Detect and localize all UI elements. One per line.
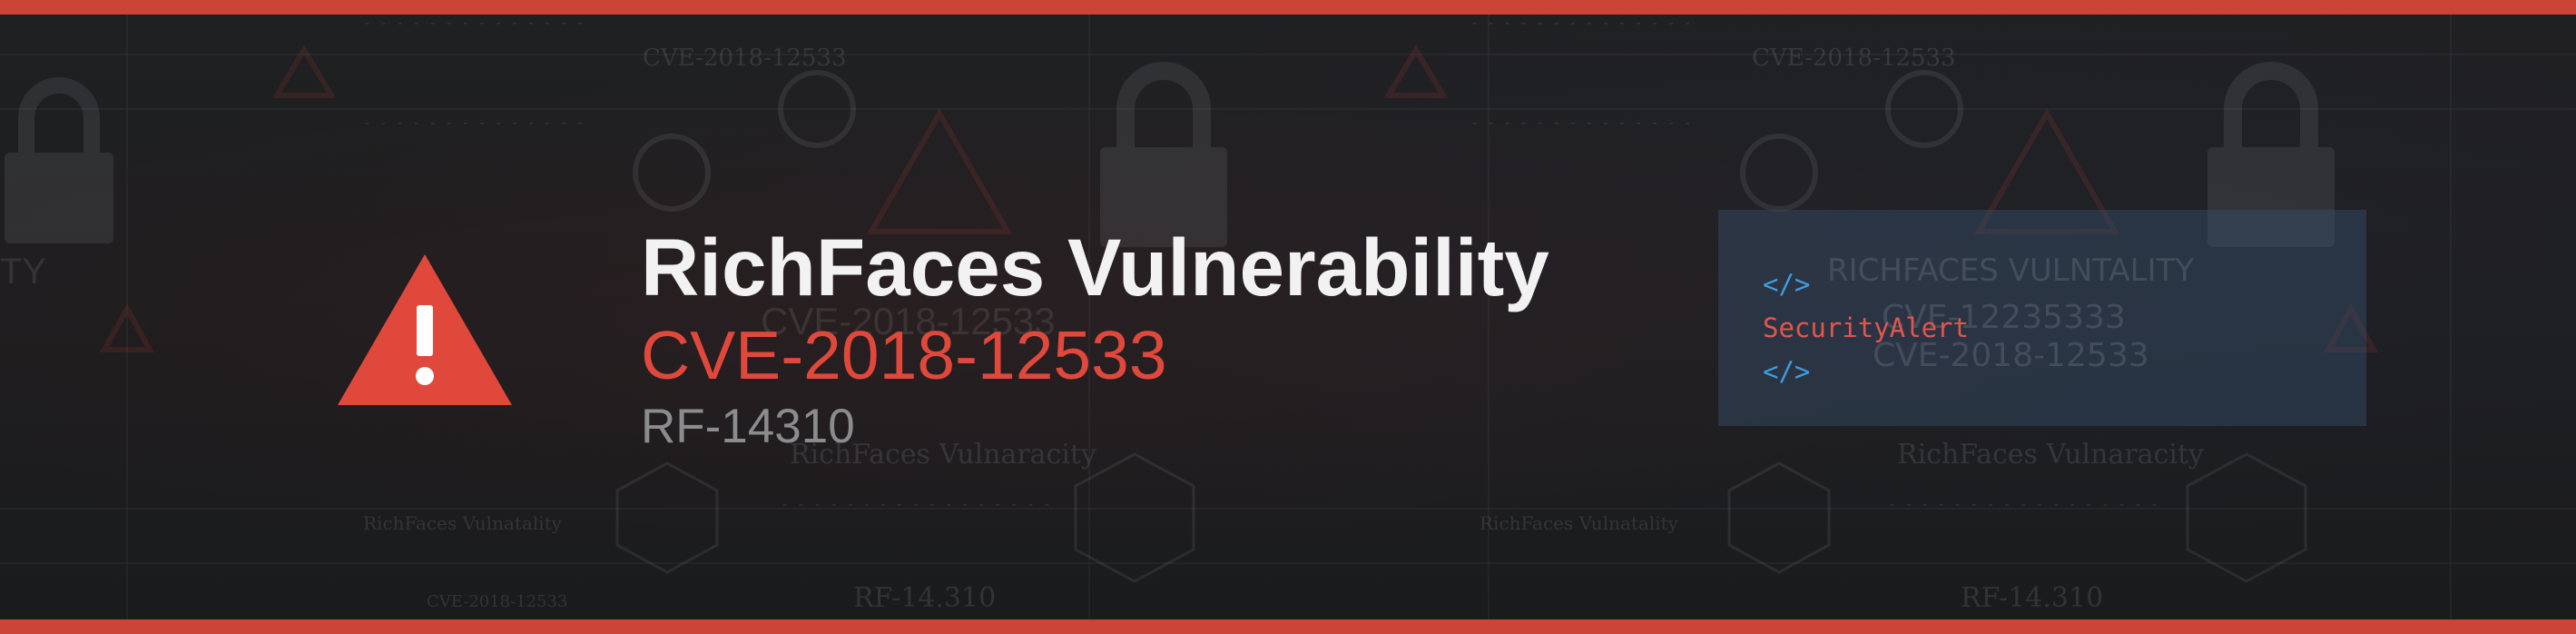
svg-text:- - - - - - - - - - - - - -: - - - - - - - - - - - - - - (363, 15, 585, 31)
code-close-tag: </> (1763, 356, 1811, 387)
code-open-tag: </> (1763, 269, 1811, 300)
svg-text:- - - - - - - - - - - - - - -: - - - - - - - - - - - - - - - - - (1888, 496, 2158, 512)
warning-triangle-icon (338, 254, 512, 405)
svg-text:- - - - - - - - - - - - - -: - - - - - - - - - - - - - - (363, 114, 585, 131)
bg-cve-faint-2: CVE-2018-12533 (1752, 45, 1956, 72)
page-title: RichFaces Vulnerability (641, 222, 1549, 312)
security-alert-code-card: RICHFACES VULNTALITY CVE-12235333 CVE-20… (1718, 210, 2366, 426)
cve-identifier: CVE-2018-12533 (641, 317, 1167, 393)
bg-card-heading: RICHFACES VULNTALITY (1827, 253, 2194, 289)
vulnerability-banner: - - - - - - - - - - - - - - - - - - - - … (0, 0, 2576, 634)
rf-issue-identifier: RF-14310 (641, 400, 855, 453)
padlock-icon (5, 77, 113, 243)
bg-lock-label-1: RichFaces Vulnatality (363, 512, 563, 534)
bg-rf-faint-2: RF-14.310 (1961, 582, 2103, 614)
hexagon-lock-icon (615, 452, 2307, 583)
code-alert-text: SecurityAlert (1763, 312, 1969, 343)
bg-rf-faint-1: RF-14.310 (853, 582, 996, 614)
svg-text:- - - - - - - - - - - - - -: - - - - - - - - - - - - - - (1470, 114, 1692, 131)
bg-heading-right: RichFaces Vulnaracity (1897, 439, 2204, 471)
svg-text:- - - - - - - - - - - - - - -: - - - - - - - - - - - - - - - - - (781, 496, 1051, 512)
biohazard-icon (633, 70, 1963, 212)
bg-cve-faint-3: CVE-2018-12533 (427, 592, 567, 611)
bg-lock-label-2: RichFaces Vulnatality (1480, 512, 1679, 534)
bg-cve-faint-1: CVE-2018-12533 (643, 45, 847, 72)
svg-text:- - - - - - - - - - - - - -: - - - - - - - - - - - - - - (1470, 15, 1692, 31)
bg-side-label: TY (0, 252, 46, 292)
